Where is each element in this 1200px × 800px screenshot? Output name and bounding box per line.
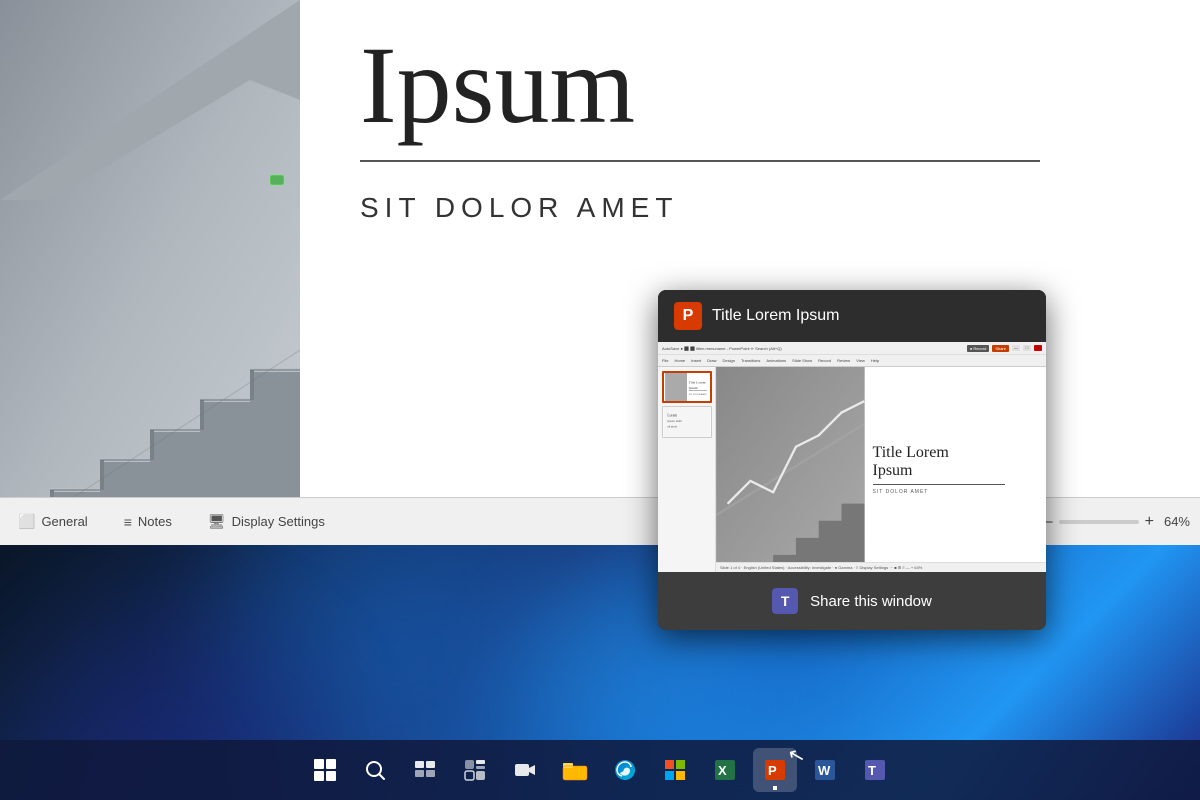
mini-slide-thumb-1[interactable]: Title Lorem Ipsum SIT DOLOR AMET [662, 371, 712, 403]
mini-slide-text: Title Lorem Ipsum SIT DOLOR AMET [865, 367, 1047, 572]
slide-divider [360, 160, 1040, 162]
mini-statusbar: Slide 1 of 4 · English (United States) ·… [716, 562, 1046, 572]
svg-text:X: X [718, 763, 727, 778]
taskbar-fileexplorer-button[interactable] [553, 748, 597, 792]
taskbar-taskview-button[interactable] [403, 748, 447, 792]
svg-text:Lorem: Lorem [667, 413, 677, 417]
ppt-logo: P [674, 302, 702, 330]
taskbar-start-button[interactable] [303, 748, 347, 792]
general-icon: ⬜ [18, 513, 35, 530]
slide-image [0, 0, 300, 545]
taskbar-meetnow-button[interactable] [503, 748, 547, 792]
zoom-controls: — + 64% [1037, 513, 1190, 531]
taskbar-edge-button[interactable] [603, 748, 647, 792]
share-window-label: Share this window [810, 593, 932, 610]
mini-titlebar: AutoSave ● ⬛ ⬛ litlen.menuname - PowerPo… [658, 342, 1046, 355]
share-window-button[interactable]: T Share this window [658, 572, 1046, 630]
mini-slide-thumb-2[interactable]: Lorem Ipsum dolor sit amet [662, 406, 712, 438]
svg-text:P: P [768, 763, 777, 778]
popup-title: Title Lorem Ipsum [712, 307, 839, 325]
notes-status[interactable]: ≡ Notes [116, 510, 180, 534]
mini-main-slide: Title Lorem Ipsum SIT DOLOR AMET Slide 1… [716, 367, 1046, 572]
mini-slide-divider [873, 484, 1005, 485]
svg-text:Ipsum: Ipsum [689, 386, 698, 390]
taskbar-search-button[interactable] [353, 748, 397, 792]
taskbar: X P ↖ W T [0, 740, 1200, 800]
taskbar-msstore-button[interactable] [653, 748, 697, 792]
zoom-plus[interactable]: + [1145, 513, 1154, 531]
mini-slides-panel: Title Lorem Ipsum SIT DOLOR AMET Lorem I… [658, 367, 716, 572]
taskbar-widgets-button[interactable] [453, 748, 497, 792]
mini-slide-subtitle: SIT DOLOR AMET [873, 489, 1039, 495]
general-status[interactable]: ⬜ General [10, 509, 96, 534]
taskbar-word-button[interactable]: W [803, 748, 847, 792]
display-settings-icon: 🖥 [208, 513, 226, 530]
popup-header: P Title Lorem Ipsum [658, 290, 1046, 342]
svg-text:sit amet: sit amet [667, 425, 677, 429]
ppt-mini-preview[interactable]: AutoSave ● ⬛ ⬛ litlen.menuname - PowerPo… [658, 342, 1046, 572]
taskbar-powerpoint-button[interactable]: P ↖ [753, 748, 797, 792]
taskbar-teams-button[interactable]: T [853, 748, 897, 792]
slide-title: Ipsum [360, 30, 1140, 140]
mini-ribbon: File Home Insert Draw Design Transitions… [658, 355, 1046, 367]
display-settings-status[interactable]: 🖥 Display Settings [200, 509, 333, 534]
slide-subtitle: SIT DOLOR AMET [360, 192, 1140, 224]
mini-body: Title Lorem Ipsum SIT DOLOR AMET Lorem I… [658, 367, 1046, 572]
teams-icon: T [772, 588, 798, 614]
svg-text:SIT DOLOR AMET: SIT DOLOR AMET [689, 393, 708, 396]
display-settings-label: Display Settings [232, 514, 325, 529]
notes-icon: ≡ [124, 514, 132, 530]
mini-slide-image [716, 367, 865, 572]
svg-text:T: T [868, 763, 876, 778]
svg-text:Ipsum dolor: Ipsum dolor [667, 419, 682, 423]
svg-text:W: W [818, 763, 831, 778]
notes-label: Notes [138, 514, 172, 529]
zoom-percent[interactable]: 64% [1164, 514, 1190, 529]
taskbar-excel-button[interactable]: X [703, 748, 747, 792]
ppt-thumbnail-popup: P Title Lorem Ipsum AutoSave ● ⬛ ⬛ litle… [658, 290, 1046, 630]
svg-text:Title Lorem: Title Lorem [689, 381, 706, 385]
general-label: General [41, 514, 87, 529]
